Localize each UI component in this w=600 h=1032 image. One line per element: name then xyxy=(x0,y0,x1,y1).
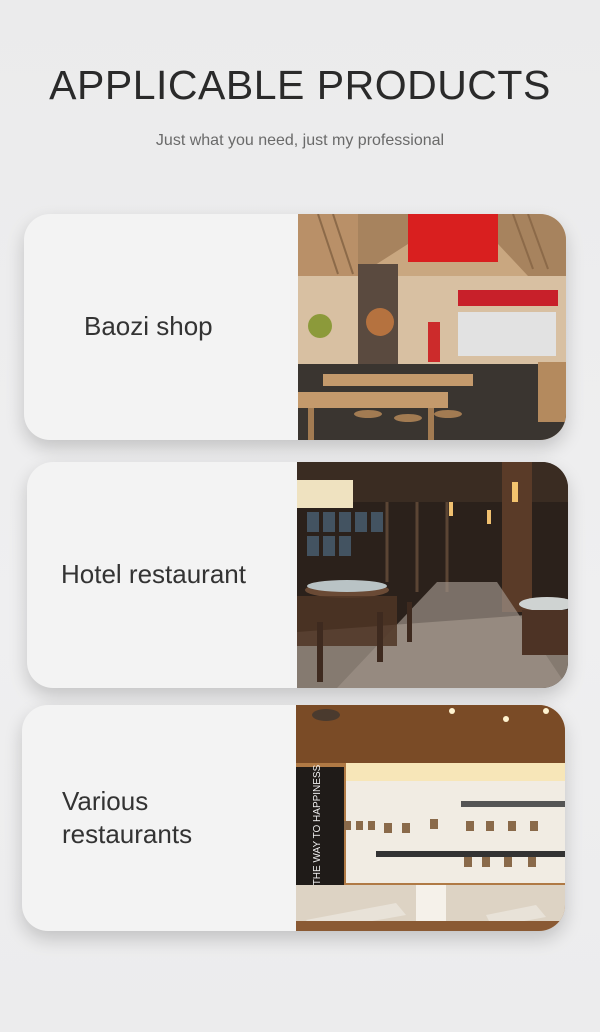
product-card-hotel-restaurant[interactable]: Hotel restaurant xyxy=(27,462,568,688)
svg-text:THE WAY TO HAPPINESS: THE WAY TO HAPPINESS xyxy=(312,764,323,885)
page-subtitle: Just what you need, just my professional xyxy=(155,132,445,149)
product-card-various-restaurants[interactable]: Various restaurants THE WAY TO HAPPINESS xyxy=(22,705,565,931)
hotel-restaurant-photo xyxy=(297,462,568,688)
restaurant-photo: THE WAY TO HAPPINESS xyxy=(296,705,565,931)
baozi-shop-photo xyxy=(298,214,566,440)
card-label: Various restaurants xyxy=(62,785,193,849)
page: APPLICABLE PRODUCTS Just what you need, … xyxy=(0,0,600,1032)
card-label: Baozi shop xyxy=(84,311,213,342)
product-card-baozi-shop[interactable]: Baozi shop xyxy=(24,214,566,440)
card-label: Hotel restaurant xyxy=(61,559,246,590)
page-title: APPLICABLE PRODUCTS xyxy=(49,62,551,108)
